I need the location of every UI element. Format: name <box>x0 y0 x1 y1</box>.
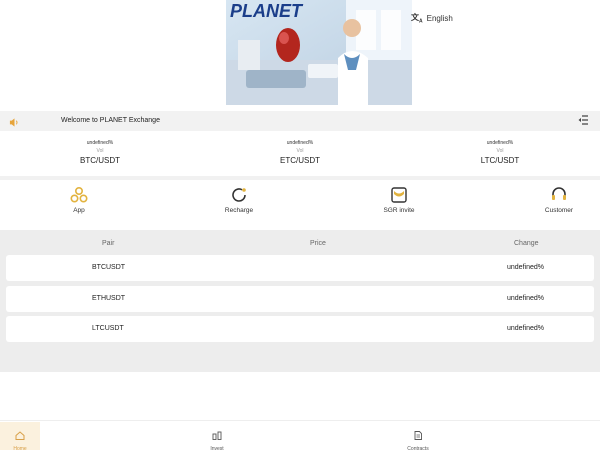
language-selector[interactable]: 文A English <box>411 12 453 25</box>
tab-contracts-label: Contracts <box>407 446 429 452</box>
row-pair: ETHUSDT <box>92 295 126 302</box>
brand-logo-text: PLANET <box>230 1 304 21</box>
quick-actions: App Recharge SGR invite Customer <box>0 182 600 226</box>
market-row-ltc[interactable]: LTCUSDT undefined% <box>6 316 594 342</box>
ticker-ltc[interactable]: undefined% Vol LTC/USDT <box>400 134 600 176</box>
menu-fold-icon[interactable] <box>578 115 589 128</box>
app-label: App <box>73 207 85 214</box>
invite-icon <box>359 186 439 204</box>
header-change: Change <box>514 240 539 247</box>
sgr-invite-button[interactable]: SGR invite <box>359 186 439 214</box>
recharge-icon <box>199 186 279 204</box>
ticker-btc[interactable]: undefined% Vol BTC/USDT <box>0 134 200 176</box>
tab-invest-label: Invest <box>210 446 224 452</box>
invest-icon <box>197 427 237 445</box>
header-pair: Pair <box>102 240 115 247</box>
notice-text: Welcome to PLANET Exchange <box>61 117 160 124</box>
sgr-invite-label: SGR invite <box>383 207 415 214</box>
ticker-change: undefined% <box>86 140 114 146</box>
market-list: Pair Price Change BTCUSDT undefined% ETH… <box>0 230 600 372</box>
customer-button[interactable]: Customer <box>519 186 599 214</box>
tab-contracts[interactable]: Contracts <box>398 422 438 452</box>
speaker-icon <box>9 115 20 133</box>
tab-home-label: Home <box>13 446 27 452</box>
hero-banner: PLANET <box>226 0 412 105</box>
ticker-volume: Vol <box>296 148 304 154</box>
row-change: undefined% <box>507 295 544 302</box>
row-change: undefined% <box>507 264 544 271</box>
market-row-eth[interactable]: ETHUSDT undefined% <box>6 286 594 312</box>
hero-illustration: PLANET <box>226 0 412 105</box>
recharge-label: Recharge <box>224 207 254 214</box>
ticker-change: undefined% <box>486 140 514 146</box>
tab-home[interactable]: Home <box>0 422 40 452</box>
ticker-volume: Vol <box>96 148 104 154</box>
row-change: undefined% <box>507 325 544 332</box>
app-button[interactable]: App <box>39 186 119 214</box>
app-icon <box>39 186 119 204</box>
ticker-pair: LTC/USDT <box>480 156 520 165</box>
row-pair: LTCUSDT <box>92 325 124 332</box>
recharge-button[interactable]: Recharge <box>199 186 279 214</box>
header-price: Price <box>310 240 326 247</box>
tab-invest[interactable]: Invest <box>197 422 237 452</box>
market-row-btc[interactable]: BTCUSDT undefined% <box>6 255 594 281</box>
contracts-icon <box>398 427 438 445</box>
translate-icon: 文A <box>411 13 423 25</box>
ticker-etc[interactable]: undefined% Vol ETC/USDT <box>200 134 400 176</box>
ticker-change: undefined% <box>286 140 314 146</box>
customer-label: Customer <box>544 207 574 214</box>
notice-bar: Welcome to PLANET Exchange <box>0 111 600 131</box>
row-pair: BTCUSDT <box>92 264 126 271</box>
section-divider <box>0 176 600 180</box>
bottom-nav: Home Invest Contracts <box>0 420 600 452</box>
home-icon <box>0 427 40 445</box>
ticker-volume: Vol <box>496 148 504 154</box>
ticker-pair: BTC/USDT <box>80 156 120 165</box>
ticker-strip: undefined% Vol BTC/USDT undefined% Vol E… <box>0 134 600 176</box>
customer-service-icon <box>519 186 599 204</box>
language-label: English <box>426 13 453 23</box>
ticker-pair: ETC/USDT <box>280 156 320 165</box>
